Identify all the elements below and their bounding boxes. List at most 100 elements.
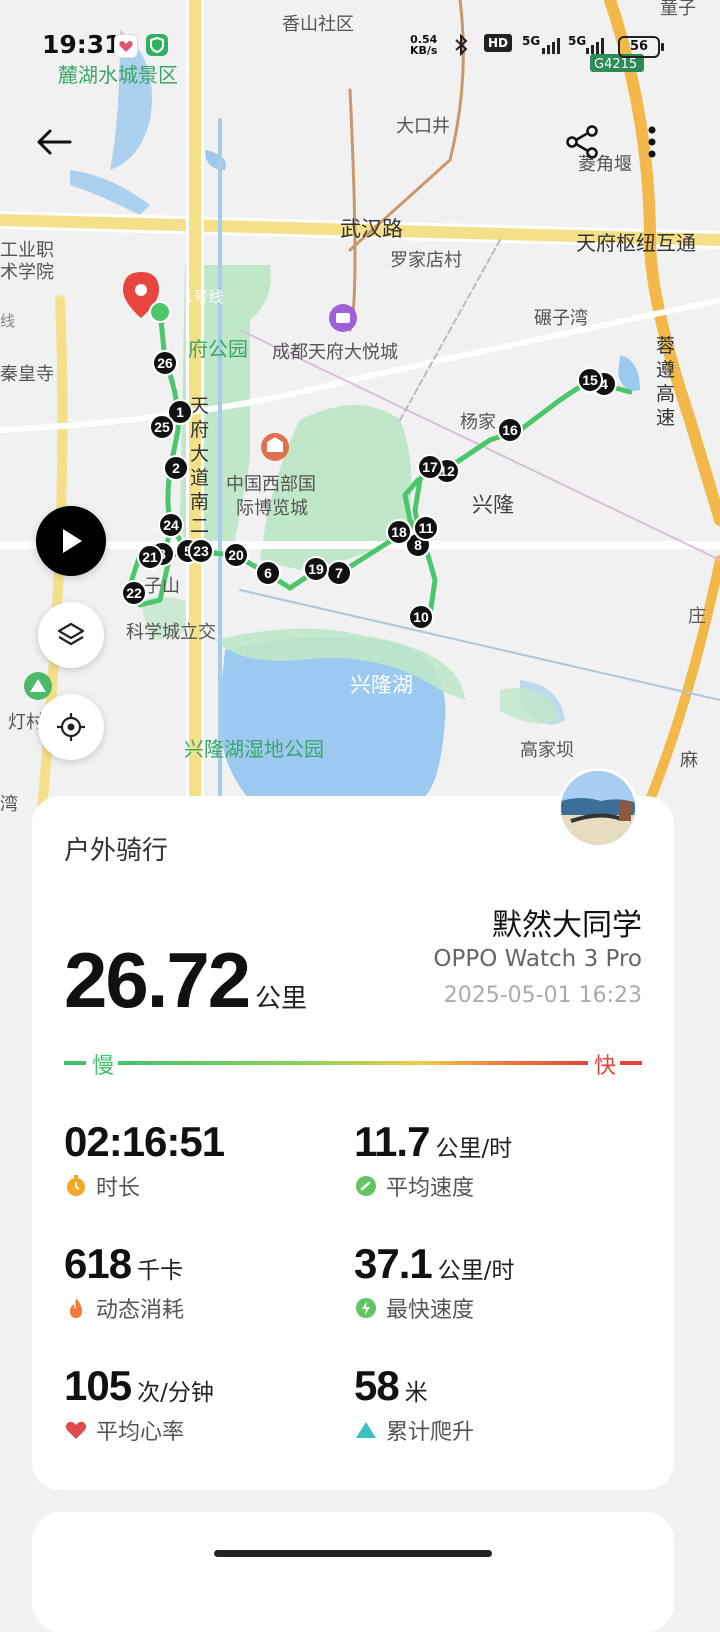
stat-climb-label: 累计爬升 [386,1420,475,1445]
stopwatch-icon [67,1175,85,1196]
route-marker-label: 24 [163,517,179,533]
user-avatar[interactable] [558,768,638,848]
user-name: 默然大同学 [492,908,642,943]
locate-icon [57,713,85,741]
route-marker-label: 10 [413,609,429,625]
route-marker-24: 24 [158,512,184,538]
heart-icon [65,1421,87,1439]
map-label-kexuecheng: 科学城立交 [126,622,216,643]
stat-heart-rate-value: 105 [64,1362,132,1409]
activity-datetime: 2025-05-01 16:23 [443,983,642,1008]
route-marker-21: 21 [137,544,163,570]
share-button[interactable] [558,118,606,166]
route-marker-15: 15 [577,367,603,393]
legend-slow-label: 慢 [92,1054,115,1079]
net-speed: 0.54 KB/s [410,34,437,56]
stat-avg-speed-label: 平均速度 [386,1176,475,1201]
map-label-yangjia: 杨家 [460,412,496,433]
route-marker-7: 7 [326,560,352,586]
map-label-dakoujing: 大口井 [396,116,450,137]
play-track-button[interactable] [36,506,106,576]
play-icon [63,529,82,553]
map-label-road-south-4: 道 [190,467,209,489]
legend-left-line [64,1061,86,1065]
heart-app-icon [114,34,138,58]
triangle-climb-icon [356,1422,376,1438]
device-name: OPPO Watch 3 Pro [433,946,642,972]
signal-bars-1-icon [542,38,564,58]
route-marker-19: 19 [303,556,329,582]
map-label-road-south-3: 大 [190,443,209,465]
route-marker-label: 19 [308,561,324,577]
map-label-college2: 术学院 [0,262,54,283]
route-marker-18: 18 [386,519,412,545]
route-marker-2: 2 [163,455,189,481]
route-marker-label: 25 [154,419,170,435]
stat-climb-unit: 米 [404,1380,428,1406]
more-button[interactable] [628,118,676,166]
stat-calories-value: 618 [64,1240,132,1287]
map-label-xinglong: 兴隆 [472,493,514,517]
map-label-rongzun-3: 高 [656,383,675,405]
mall-icon [329,304,357,332]
back-button[interactable] [30,118,78,166]
route-marker-20: 20 [223,542,249,568]
distance-value: 26.72 [64,936,251,1024]
map-label-nianzi: 碾子湾 [534,308,588,329]
route-marker-11: 11 [413,515,439,541]
route-marker-25: 25 [149,414,175,440]
stat-heart-rate-label: 平均心率 [96,1420,185,1445]
map-label-gaojiaba: 高家坝 [520,740,574,761]
route-marker-label: 6 [264,565,272,581]
stat-climb: 58 米 累计爬升 [354,1362,474,1446]
distance-unit: 公里 [255,984,308,1014]
route-map[interactable]: 香山社区 麓湖水城景区 大口井 菱角堰 武汉路 天府枢纽互通 罗家店村 工业职 … [0,0,720,830]
activity-type: 户外骑行 [64,836,169,866]
stat-duration: 02:16:51 时长 [64,1118,225,1202]
end-marker-icon [149,301,171,323]
map-label-road-south-2: 府 [190,419,209,441]
stat-calories-label: 动态消耗 [96,1298,185,1323]
route-marker-10: 10 [408,604,434,630]
stat-max-speed-value: 37.1 [354,1240,433,1287]
map-label-road-south-5: 南 [190,491,209,513]
back-arrow-icon [37,129,72,155]
map-label-fugongyuan: 府公园 [188,337,248,361]
share-icon [566,125,598,159]
route-marker-label: 7 [335,565,343,581]
home-indicator[interactable] [214,1550,492,1557]
route-marker-label: 15 [582,372,598,388]
layers-icon [57,622,85,646]
route-marker-label: 18 [391,524,407,540]
route-marker-label: 20 [228,547,244,563]
stat-avg-speed: 11.7 公里/时 平均速度 [354,1118,512,1202]
map-label-wan: 湾 [0,794,18,815]
stat-max-speed-unit: 公里/时 [437,1258,515,1284]
route-marker-label: 17 [422,459,438,475]
route-marker-label: 16 [502,422,518,438]
map-label-zishan: 子山 [144,576,180,597]
map-label-line-left: 线 [0,312,15,330]
route-marker-label: 1 [176,404,184,420]
route-marker-label: 11 [419,520,434,536]
stat-heart-rate-unit: 次/分钟 [137,1380,214,1406]
route-marker-22: 22 [121,580,147,606]
map-label-wuhan-road: 武汉路 [340,217,403,241]
map-label-wetland: 兴隆湖湿地公园 [184,737,324,761]
map-label-road-south-6: 二 [190,515,209,537]
stat-max-speed-label: 最快速度 [386,1298,475,1323]
route-marker-16: 16 [497,417,523,443]
locate-button[interactable] [38,694,104,760]
stat-climb-value: 58 [354,1362,400,1409]
route-marker-6: 6 [255,560,281,586]
speed-gradient-bar [118,1061,588,1065]
legend-right-line [620,1061,642,1065]
map-label-rongzun-2: 遵 [656,359,675,381]
stat-avg-speed-value: 11.7 [354,1118,430,1165]
map-label-expo2: 际博览城 [236,498,308,519]
map-label-college1: 工业职 [0,240,54,261]
stat-avg-speed-unit: 公里/时 [435,1136,513,1162]
map-label-ma: 麻 [680,750,698,771]
layers-button[interactable] [38,602,104,668]
map-label-interchange: 天府枢纽互通 [576,231,696,255]
